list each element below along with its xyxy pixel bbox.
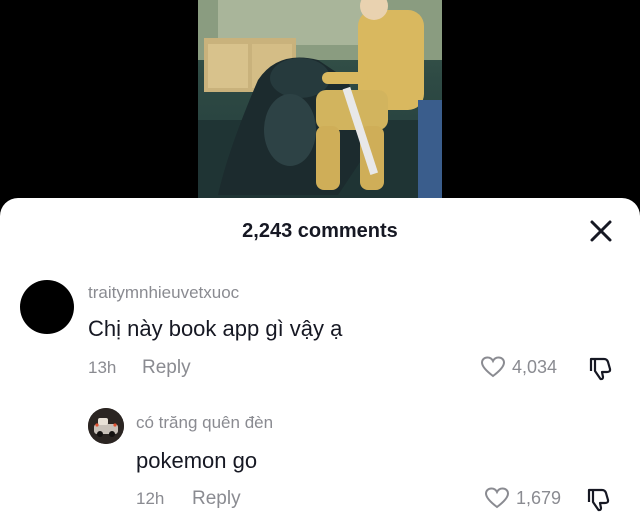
comments-sheet: 2,243 comments traitymnhieuvetxuoc Chị n…: [0, 198, 640, 524]
dislike-button[interactable]: [584, 485, 612, 518]
like-button[interactable]: 1,679: [484, 486, 561, 510]
video-preview[interactable]: [198, 0, 442, 200]
screen: 2,243 comments traitymnhieuvetxuoc Chị n…: [0, 0, 640, 524]
reply-button[interactable]: Reply: [192, 488, 241, 510]
comment-text: pokemon go: [136, 448, 258, 473]
thumbs-down-icon: [587, 488, 610, 512]
video-frame-image: [198, 0, 442, 200]
avatar[interactable]: [88, 408, 124, 444]
reply-comment-item: có trăng quên đèn pokemon go 12h Reply 1…: [0, 198, 640, 524]
avatar-image: [88, 408, 124, 444]
comment-timestamp: 12h: [136, 489, 165, 508]
like-count: 1,679: [516, 487, 562, 508]
comment-username[interactable]: có trăng quên đèn: [136, 413, 273, 433]
heart-icon: [484, 487, 510, 509]
